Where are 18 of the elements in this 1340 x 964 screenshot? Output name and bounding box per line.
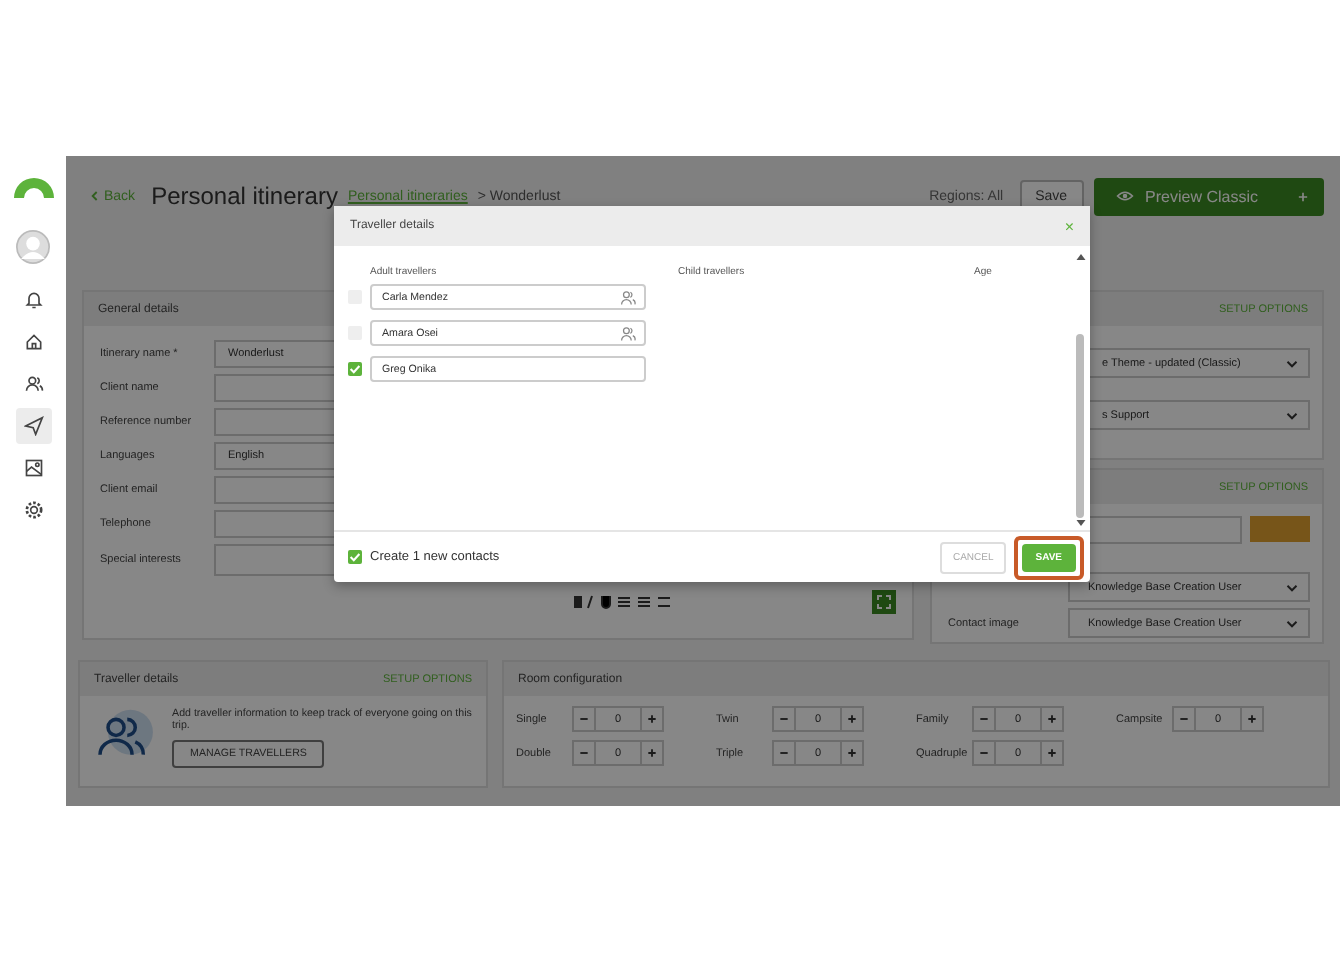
chevron-down-icon	[1286, 411, 1298, 419]
plus-icon[interactable]	[1298, 191, 1308, 201]
users-icon	[620, 289, 636, 305]
checkbox[interactable]	[348, 550, 362, 564]
page-title: Personal itinerary	[151, 182, 338, 210]
logo-icon[interactable]	[9, 172, 57, 200]
preview-button[interactable]: Preview Classic	[1093, 177, 1324, 215]
input-field[interactable]	[1084, 516, 1242, 544]
send-icon[interactable]	[15, 408, 51, 444]
chevron-down-icon	[1286, 619, 1298, 627]
chevron-down-icon	[1286, 359, 1298, 367]
chevron-left-icon	[90, 190, 98, 202]
scroll-up-icon[interactable]	[1075, 254, 1085, 260]
users-icon	[620, 325, 636, 341]
expand-icon[interactable]	[872, 590, 896, 614]
chevron-down-icon	[1286, 583, 1298, 591]
checkbox[interactable]	[348, 362, 362, 376]
eye-icon	[1115, 190, 1134, 202]
